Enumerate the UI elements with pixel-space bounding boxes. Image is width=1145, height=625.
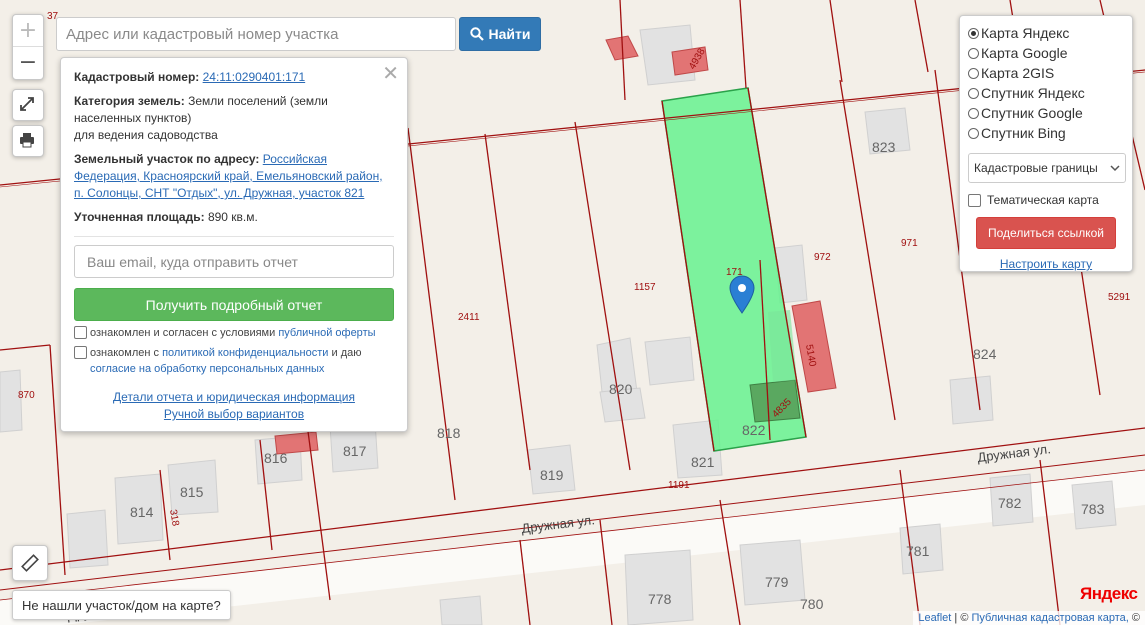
- address-label: Земельный участок по адресу:: [74, 152, 260, 166]
- fullscreen-button[interactable]: [12, 89, 44, 121]
- email-field[interactable]: [74, 245, 394, 278]
- radio-icon: [968, 87, 979, 99]
- house-number-781: 781: [906, 543, 930, 559]
- layer-option-yandex-map[interactable]: Карта Яндекс: [968, 23, 1124, 43]
- parcel-number-2411: 2411: [458, 312, 480, 323]
- layer-option-label: Карта 2GIS: [981, 65, 1055, 81]
- zoom-in-button[interactable]: +: [13, 15, 43, 47]
- house-number-817: 817: [343, 443, 367, 459]
- house-number-782: 782: [998, 495, 1022, 511]
- radio-icon: [968, 67, 979, 79]
- thematic-label: Тематическая карта: [987, 193, 1099, 207]
- radio-icon: [968, 107, 979, 119]
- parcel-number-1191: 1191: [668, 480, 690, 491]
- parcel-number-870: 870: [18, 390, 35, 401]
- manual-selection-link[interactable]: Ручной выбор вариантов: [61, 406, 407, 423]
- privacy-checkbox[interactable]: [74, 346, 87, 359]
- printer-icon: [13, 126, 41, 154]
- layer-option-google-map[interactable]: Карта Google: [968, 43, 1124, 63]
- house-number-822: 822: [742, 422, 766, 438]
- share-link-button[interactable]: Поделиться ссылкой: [976, 217, 1116, 249]
- house-number-818: 818: [437, 425, 461, 441]
- attribution-tail: ©: [1131, 612, 1140, 624]
- parcel-number-972: 972: [814, 252, 831, 263]
- report-details-link[interactable]: Детали отчета и юридическая информация: [61, 389, 407, 406]
- chevron-down-icon: [1110, 165, 1120, 172]
- layer-option-label: Спутник Google: [981, 105, 1083, 121]
- house-number-780: 780: [800, 596, 824, 612]
- search-input[interactable]: [56, 17, 456, 51]
- layer-option-label: Карта Google: [981, 45, 1068, 61]
- layer-option-2gis-map[interactable]: Карта 2GIS: [968, 63, 1124, 83]
- expand-icon: [13, 90, 41, 118]
- pkk-link[interactable]: Публичная кадастровая карта,: [972, 612, 1129, 624]
- attribution: Leaflet | © Публичная кадастровая карта,…: [913, 611, 1145, 625]
- house-number-814: 814: [130, 504, 154, 520]
- house-number-815: 815: [180, 484, 204, 500]
- land-use-value: для ведения садоводства: [74, 128, 218, 142]
- offer-link[interactable]: публичной оферты: [278, 327, 375, 339]
- radio-selected-icon: [968, 27, 979, 39]
- thematic-checkbox[interactable]: [968, 194, 981, 207]
- house-number-816: 816: [264, 450, 288, 466]
- privacy-agreement: ознакомлен с политикой конфиденциальност…: [74, 345, 394, 377]
- offer-agreement: ознакомлен и согласен с условиями публич…: [74, 325, 394, 341]
- cadastral-number-link[interactable]: 24:11:0290401:171: [203, 70, 306, 84]
- search-button-label: Найти: [488, 26, 531, 42]
- offer-text: ознакомлен и согласен с условиями: [90, 327, 276, 339]
- parcel-number-971: 971: [901, 238, 918, 249]
- overlay-select-value: Кадастровые границы: [974, 161, 1098, 175]
- layer-option-label: Спутник Яндекс: [981, 85, 1085, 101]
- radio-icon: [968, 47, 979, 59]
- get-report-button[interactable]: Получить подробный отчет: [74, 288, 394, 321]
- ruler-icon: [13, 546, 47, 580]
- layer-option-google-satellite[interactable]: Спутник Google: [968, 103, 1124, 123]
- layer-option-label: Спутник Bing: [981, 125, 1066, 141]
- ruler-button[interactable]: [12, 545, 48, 581]
- house-number-820: 820: [609, 381, 633, 397]
- house-number-783: 783: [1081, 501, 1105, 517]
- parcel-number-1157: 1157: [634, 282, 656, 293]
- land-category-label: Категория земель:: [74, 94, 185, 108]
- leaflet-link[interactable]: Leaflet: [918, 612, 951, 624]
- parcel-info-popup: ✕ Кадастровый номер: 24:11:0290401:171 К…: [60, 57, 408, 432]
- radio-icon: [968, 127, 979, 139]
- cadastral-number-label: Кадастровый номер:: [74, 70, 200, 84]
- zoom-out-button[interactable]: −: [13, 47, 43, 78]
- house-number-824: 824: [973, 346, 997, 362]
- house-number-819: 819: [540, 467, 564, 483]
- house-number-821: 821: [691, 454, 715, 470]
- consent-link[interactable]: согласие на обработку персональных данны…: [90, 363, 324, 375]
- privacy-link[interactable]: политикой конфиденциальности: [162, 347, 328, 359]
- print-button[interactable]: [12, 125, 44, 157]
- house-number-778: 778: [648, 591, 672, 607]
- house-number-779: 779: [765, 574, 789, 590]
- layer-option-yandex-satellite[interactable]: Спутник Яндекс: [968, 83, 1124, 103]
- offer-checkbox[interactable]: [74, 326, 87, 339]
- configure-map-link[interactable]: Настроить карту: [968, 257, 1124, 271]
- not-found-button[interactable]: Не нашли участок/дом на карте?: [12, 590, 231, 620]
- layer-option-label: Карта Яндекс: [981, 25, 1070, 41]
- thematic-map-toggle[interactable]: Тематическая карта: [968, 193, 1124, 207]
- layer-option-bing-satellite[interactable]: Спутник Bing: [968, 123, 1124, 143]
- privacy-tail: и даю: [331, 347, 362, 359]
- privacy-text: ознакомлен с: [90, 347, 160, 359]
- search-button[interactable]: Найти: [459, 17, 541, 51]
- overlay-select[interactable]: Кадастровые границы: [968, 153, 1126, 183]
- yandex-logo: Яндекс: [1080, 584, 1138, 603]
- search-icon: [469, 27, 484, 41]
- house-number-823: 823: [872, 139, 896, 155]
- close-icon[interactable]: ✕: [382, 61, 399, 85]
- zoom-controls: + −: [12, 14, 44, 80]
- divider: [74, 236, 394, 237]
- layers-panel: Карта Яндекс Карта Google Карта 2GIS Спу…: [959, 15, 1133, 272]
- area-value: 890 кв.м.: [207, 210, 258, 224]
- area-label: Уточненная площадь:: [74, 210, 205, 224]
- parcel-number-5291: 5291: [1108, 292, 1131, 303]
- attribution-separator: | ©: [954, 612, 969, 624]
